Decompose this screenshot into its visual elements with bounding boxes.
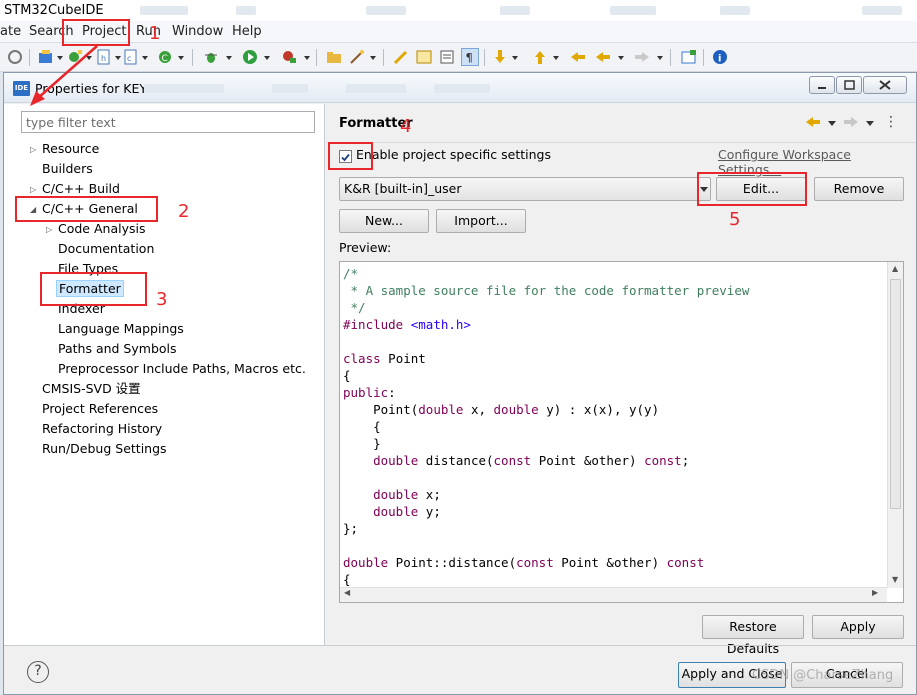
annotation-box-cpp-general (15, 196, 158, 222)
annotation-arrow-icon (30, 45, 98, 106)
annotation-box-enable-checkbox (328, 142, 373, 170)
annotation-number: 2 (178, 201, 190, 222)
annotation-number: 5 (729, 209, 741, 230)
annotation-number: 3 (156, 289, 168, 310)
annotation-box-formatter (40, 272, 147, 306)
annotation-box-edit-button (697, 172, 807, 206)
annotation-number: 4 (400, 116, 412, 137)
